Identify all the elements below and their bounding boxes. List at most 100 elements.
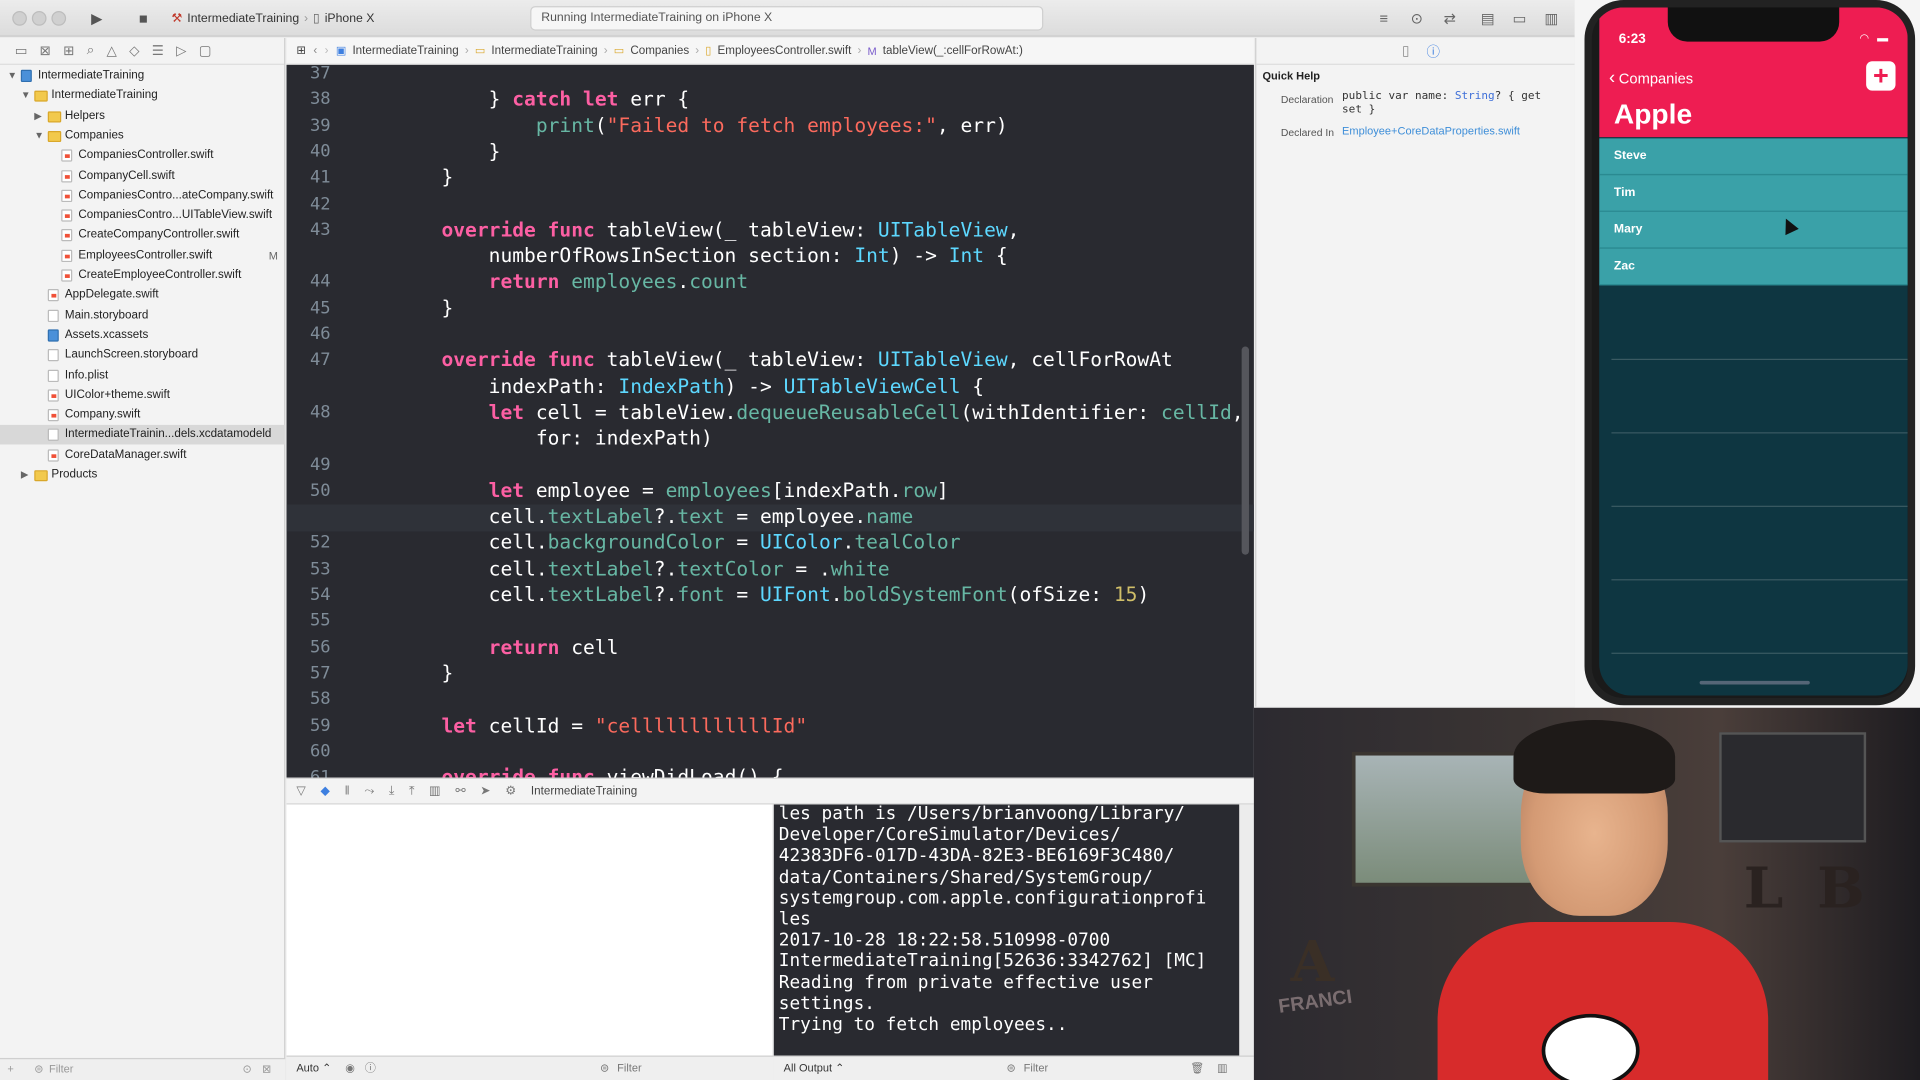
code-line[interactable]: cell.textLabel?.textColor = .white xyxy=(394,557,890,580)
symbol-icon[interactable]: ⊞ xyxy=(63,43,74,59)
step-out-icon[interactable]: ⤒ xyxy=(409,784,414,797)
navigator-item[interactable]: CreateCompanyController.swift xyxy=(0,226,285,246)
navigator-item[interactable]: AppDelegate.swift xyxy=(0,286,285,306)
console-filter-input[interactable]: Filter xyxy=(1024,1057,1048,1080)
folder-icon[interactable]: ▭ xyxy=(15,43,28,59)
view-debugger-icon[interactable]: ▥ xyxy=(429,784,441,797)
code-line[interactable]: print("Failed to fetch employees:", err) xyxy=(394,113,1008,136)
code-line[interactable]: } xyxy=(394,296,453,319)
disclosure-open-icon[interactable]: ▼ xyxy=(7,66,17,86)
navigator-item[interactable]: ▼ IntermediateTraining xyxy=(0,86,285,106)
breakpoint-icon[interactable]: ▷ xyxy=(176,43,186,59)
navigator-item[interactable]: EmployeesController.swift M xyxy=(0,246,285,266)
code-line[interactable]: let employee = employees[indexPath.row] xyxy=(394,479,949,502)
code-line[interactable]: override func viewDidLoad() { xyxy=(394,765,783,777)
code-line[interactable]: cell.textLabel?.text = employee.name xyxy=(394,505,914,528)
step-over-icon[interactable]: ⤳ xyxy=(364,784,374,797)
step-into-icon[interactable]: ⤓ xyxy=(389,784,394,797)
code-line[interactable]: return cell xyxy=(394,635,619,658)
navigator-item[interactable]: CompaniesController.swift xyxy=(0,146,285,166)
close-window-button[interactable] xyxy=(12,11,27,26)
add-icon[interactable]: + xyxy=(7,1059,13,1080)
navigator-item[interactable]: ▶ Helpers xyxy=(0,106,285,126)
stop-icon[interactable]: ■ xyxy=(127,6,159,30)
forward-arrow-icon[interactable]: › xyxy=(325,44,329,57)
code-line[interactable]: numberOfRowsInSection section: Int) -> I… xyxy=(394,244,1008,267)
disclosure-closed-icon[interactable]: ▶ xyxy=(21,465,29,485)
standard-editor-icon[interactable]: ≡ xyxy=(1371,7,1395,29)
code-line[interactable]: cell.textLabel?.font = UIFont.boldSystem… xyxy=(394,583,1150,606)
breadcrumb-item[interactable]: EmployeesController.swift xyxy=(717,44,851,57)
back-arrow-icon[interactable]: ‹ xyxy=(313,44,317,57)
output-mode-select[interactable]: All Output ⌃ xyxy=(784,1057,845,1080)
minimize-window-button[interactable] xyxy=(31,11,47,26)
split-view-icon[interactable]: ▥ xyxy=(1217,1057,1227,1080)
zoom-window-button[interactable] xyxy=(51,11,67,26)
navigator-item[interactable]: ▼ Companies xyxy=(0,126,285,146)
code-line[interactable]: return employees.count xyxy=(394,270,749,293)
employee-cell[interactable]: Tim xyxy=(1599,175,1908,212)
source-editor[interactable]: 3738394041424344454647484950515253545556… xyxy=(286,64,1254,778)
play-icon[interactable]: ▶ xyxy=(81,6,113,30)
breakpoints-toggle-icon[interactable]: ◆ xyxy=(320,784,329,797)
variables-mode-select[interactable]: Auto ⌃ xyxy=(296,1057,331,1080)
breadcrumb-item[interactable]: IntermediateTraining xyxy=(352,44,458,57)
recent-files-icon[interactable]: ⊙ xyxy=(242,1059,251,1080)
navigator-item[interactable]: IntermediateTrainin...dels.xcdatamodeld xyxy=(0,425,286,445)
file-inspector-icon[interactable]: ▯ xyxy=(1402,43,1409,59)
declared-in-link[interactable]: Employee+CoreDataProperties.swift xyxy=(1342,125,1520,137)
code-line[interactable]: } xyxy=(394,166,453,189)
navigator-item[interactable]: CompaniesContro...ateCompany.swift xyxy=(0,186,285,206)
navigator-item[interactable]: CompaniesContro...UITableView.swift xyxy=(0,206,285,226)
navigator-item[interactable]: Info.plist xyxy=(0,366,285,386)
back-button[interactable]: ‹ Companies xyxy=(1609,67,1693,88)
trash-icon[interactable]: 🗑 xyxy=(1190,1057,1204,1080)
navigator-item[interactable]: CreateEmployeeController.swift xyxy=(0,266,285,286)
disclosure-open-icon[interactable]: ▼ xyxy=(34,126,44,146)
navigator-filter-input[interactable]: Filter xyxy=(49,1059,73,1080)
eye-icon[interactable]: ◉ xyxy=(345,1057,355,1080)
employee-cell[interactable]: Steve xyxy=(1599,138,1908,176)
code-line[interactable]: indexPath: IndexPath) -> UITableViewCell… xyxy=(394,374,984,397)
related-items-icon[interactable]: ⊞ xyxy=(296,44,306,57)
navigator-item[interactable]: Assets.xcassets xyxy=(0,326,285,346)
disclosure-closed-icon[interactable]: ▶ xyxy=(34,106,42,126)
toggle-navigator-icon[interactable]: ▤ xyxy=(1476,7,1500,29)
issue-icon[interactable]: △ xyxy=(107,43,117,59)
version-editor-icon[interactable]: ⇄ xyxy=(1438,7,1462,29)
breadcrumb-item[interactable]: tableView(_:cellForRowAt:) xyxy=(883,44,1023,57)
location-icon[interactable]: ➤ xyxy=(480,784,490,797)
disclosure-open-icon[interactable]: ▼ xyxy=(21,86,31,106)
find-icon[interactable]: ⌕ xyxy=(87,43,95,59)
code-line[interactable]: let cellId = "cellllllllllllId" xyxy=(394,713,807,736)
navigator-item[interactable]: CompanyCell.swift xyxy=(0,166,285,186)
add-employee-button[interactable]: + xyxy=(1866,61,1896,91)
editor-scrollbar[interactable] xyxy=(1241,346,1249,555)
test-icon[interactable]: ◇ xyxy=(129,43,139,59)
report-icon[interactable]: ▢ xyxy=(199,43,212,59)
assistant-editor-icon[interactable]: ⊙ xyxy=(1405,7,1429,29)
code-line[interactable]: } xyxy=(394,661,453,684)
source-control-icon[interactable]: ⊠ xyxy=(40,43,51,59)
hide-debug-area-icon[interactable]: ▽ xyxy=(296,784,305,797)
scm-filter-icon[interactable]: ⊠ xyxy=(262,1059,271,1080)
info-icon[interactable]: ⓘ xyxy=(365,1057,376,1080)
breadcrumb-item[interactable]: IntermediateTraining xyxy=(491,44,597,57)
navigator-item[interactable]: ▼ IntermediateTraining xyxy=(0,66,285,86)
debug-icon[interactable]: ☰ xyxy=(152,43,164,59)
navigator-item[interactable]: Main.storyboard xyxy=(0,306,285,326)
navigator-item[interactable]: LaunchScreen.storyboard xyxy=(0,346,285,366)
code-line[interactable]: cell.backgroundColor = UIColor.tealColor xyxy=(394,531,961,554)
variables-filter-input[interactable]: Filter xyxy=(617,1057,641,1080)
pause-icon[interactable]: ‖ xyxy=(345,784,350,797)
code-line[interactable]: } xyxy=(394,139,501,162)
navigator-item[interactable]: Company.swift xyxy=(0,405,285,425)
breadcrumb-item[interactable]: Companies xyxy=(630,44,689,57)
toggle-debug-area-icon[interactable]: ▭ xyxy=(1507,7,1531,29)
employee-cell[interactable]: Mary xyxy=(1599,211,1908,249)
navigator-item[interactable]: UIColor+theme.swift xyxy=(0,385,285,405)
code-line[interactable]: override func tableView(_ tableView: UIT… xyxy=(394,348,1173,371)
employee-cell[interactable]: Zac xyxy=(1599,248,1908,286)
quick-help-icon[interactable]: ⓘ xyxy=(1427,41,1440,61)
scheme-selector[interactable]: ⚒ IntermediateTraining › ▯ iPhone X xyxy=(171,7,374,29)
